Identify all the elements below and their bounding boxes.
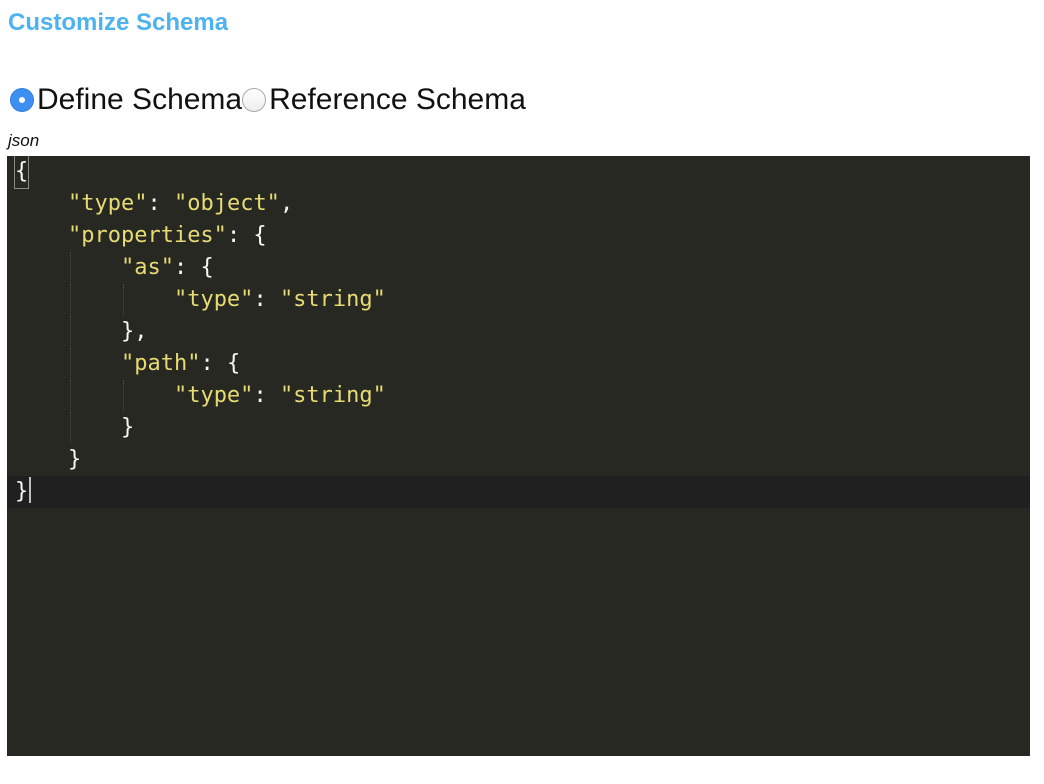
indent-guide (70, 348, 71, 380)
code-line: } (15, 412, 386, 444)
punctuation-token (15, 255, 121, 280)
punctuation-token: , (279, 191, 294, 216)
string-token: "path" (120, 351, 201, 376)
indent-guide (70, 412, 71, 444)
code-line: "type": "string" (15, 380, 386, 412)
punctuation-token: } (15, 447, 82, 472)
code-content[interactable]: { "type": "object", "properties": { "as"… (13, 156, 386, 508)
string-token: "type" (173, 287, 254, 312)
punctuation-token (15, 383, 174, 408)
indent-guide (123, 284, 124, 316)
define-schema-radio[interactable] (10, 88, 34, 112)
punctuation-token (15, 351, 121, 376)
string-token: "type" (173, 383, 254, 408)
string-token: "properties" (67, 223, 227, 248)
punctuation-token (15, 223, 68, 248)
code-line: } (15, 444, 386, 476)
punctuation-token: } (15, 415, 135, 440)
punctuation-token: : { (226, 223, 267, 248)
json-code-editor[interactable]: { "type": "object", "properties": { "as"… (7, 156, 1030, 756)
reference-schema-option[interactable]: Reference Schema (242, 82, 526, 118)
punctuation-token: { (13, 156, 30, 189)
indent-guide (123, 380, 124, 412)
punctuation-token: : { (200, 351, 241, 376)
indent-guide (70, 380, 71, 412)
reference-schema-radio[interactable] (242, 88, 267, 112)
string-token: "object" (173, 191, 280, 216)
code-line: "type": "object", (15, 188, 386, 220)
define-schema-option[interactable]: Define Schema (10, 82, 242, 118)
code-line: "type": "string" (15, 284, 386, 316)
punctuation-token: } (15, 479, 29, 504)
page-title: Customize Schema (8, 9, 229, 36)
punctuation-token (15, 191, 68, 216)
code-line: "path": { (15, 348, 386, 380)
code-line: { (13, 156, 386, 189)
code-line: "as": { (15, 252, 386, 284)
punctuation-token: : (147, 191, 174, 216)
punctuation-token (15, 287, 174, 312)
schema-mode-radio-group: Define Schema Reference Schema (10, 82, 526, 118)
code-line: "properties": { (15, 220, 386, 252)
editor-mode-label: json (8, 131, 40, 150)
punctuation-token: : (253, 287, 280, 312)
punctuation-token: : { (173, 255, 214, 280)
punctuation-token: : (253, 383, 280, 408)
indent-guide (70, 316, 71, 348)
text-cursor (29, 477, 32, 503)
indent-guide (70, 284, 71, 316)
reference-schema-label[interactable]: Reference Schema (269, 82, 526, 118)
code-line: }, (15, 316, 386, 348)
string-token: "as" (120, 255, 174, 280)
code-line: } (15, 476, 386, 508)
indent-guide (70, 252, 71, 284)
string-token: "type" (67, 191, 148, 216)
string-token: "string" (279, 287, 386, 312)
define-schema-label[interactable]: Define Schema (37, 82, 242, 118)
string-token: "string" (279, 383, 386, 408)
punctuation-token: }, (15, 319, 148, 344)
